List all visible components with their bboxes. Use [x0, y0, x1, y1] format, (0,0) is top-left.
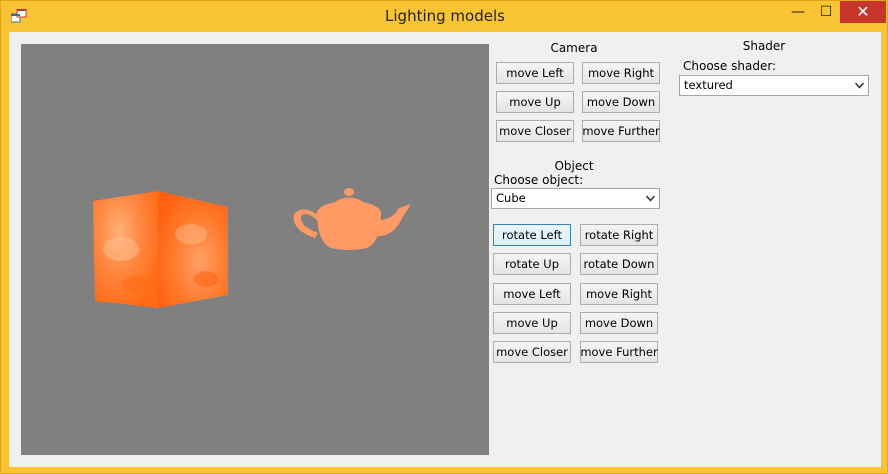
maximize-button[interactable]: ☐: [812, 1, 840, 23]
object-move-right-button[interactable]: move Right: [580, 283, 658, 305]
object-move-up-button[interactable]: move Up: [493, 312, 571, 334]
camera-heading: Camera: [550, 41, 598, 55]
object-move-further-button[interactable]: move Further: [580, 341, 658, 363]
choose-shader-label: Choose shader:: [683, 59, 777, 73]
camera-move-left-button[interactable]: move Left: [496, 62, 574, 84]
close-button[interactable]: ✕: [840, 1, 886, 23]
chevron-down-icon: [646, 195, 655, 202]
object-rotate-left-button[interactable]: rotate Left: [493, 224, 571, 246]
camera-move-up-button[interactable]: move Up: [496, 91, 574, 113]
cube-object: [93, 191, 228, 308]
shader-heading: Shader: [742, 39, 786, 53]
camera-move-further-button[interactable]: move Further: [582, 120, 660, 142]
shader-select[interactable]: textured: [679, 75, 869, 96]
title-bar[interactable]: Lighting models — ☐ ✕: [1, 1, 888, 31]
object-rotate-right-button[interactable]: rotate Right: [580, 224, 658, 246]
camera-move-right-button[interactable]: move Right: [582, 62, 660, 84]
render-viewport[interactable]: [21, 44, 489, 455]
object-rotate-up-button[interactable]: rotate Up: [493, 253, 571, 275]
minimize-button[interactable]: —: [784, 1, 812, 23]
camera-move-closer-button[interactable]: move Closer: [496, 120, 574, 142]
camera-move-down-button[interactable]: move Down: [582, 91, 660, 113]
object-heading: Object: [554, 159, 594, 173]
scene-canvas: [93, 188, 411, 308]
object-move-down-button[interactable]: move Down: [580, 312, 658, 334]
app-window: Lighting models — ☐ ✕ Camera move Left m…: [0, 0, 888, 474]
object-select-value: Cube: [496, 191, 526, 205]
object-select[interactable]: Cube: [491, 188, 660, 209]
shader-select-value: textured: [684, 78, 733, 92]
object-rotate-down-button[interactable]: rotate Down: [580, 253, 658, 275]
object-move-left-button[interactable]: move Left: [493, 283, 571, 305]
client-area: Camera move Left move Right move Up move…: [9, 32, 881, 467]
chevron-down-icon: [855, 82, 864, 89]
object-move-closer-button[interactable]: move Closer: [493, 341, 571, 363]
choose-object-label: Choose object:: [494, 173, 584, 187]
teapot-object: [293, 188, 411, 250]
window-title: Lighting models: [385, 7, 505, 25]
